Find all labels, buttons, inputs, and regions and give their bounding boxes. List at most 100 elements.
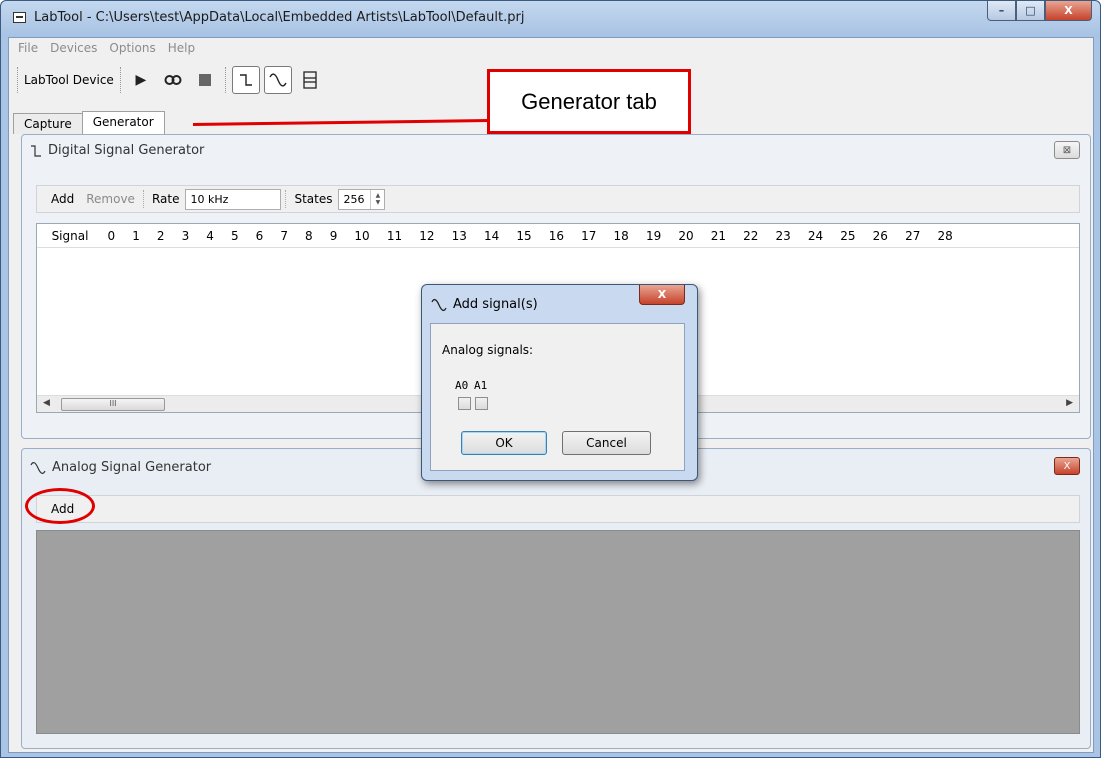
digital-wave-icon (239, 74, 252, 86)
stop-icon[interactable] (191, 66, 219, 94)
menu-options[interactable]: Options (103, 41, 161, 55)
channel-a0-checkbox[interactable] (458, 397, 471, 410)
column-header-state: 6 (255, 228, 264, 243)
column-header-state: 15 (516, 228, 532, 243)
column-header-state: 7 (280, 228, 288, 243)
dialog-body: Analog signals: A0 A1 OK Cancel (430, 323, 685, 471)
analog-wave-icon (269, 73, 287, 87)
analog-signals-label: Analog signals: (442, 343, 534, 357)
toolbar-separator (119, 67, 121, 93)
analog-pane-close-button[interactable]: X (1054, 457, 1080, 475)
column-header-state: 12 (419, 228, 435, 243)
rate-input[interactable]: 10 kHz (185, 188, 282, 210)
dialog-close-button[interactable]: X (639, 285, 685, 305)
dialog-title-text: Add signal(s) (453, 297, 538, 312)
column-header-state: 26 (872, 228, 888, 243)
column-header-state: 23 (775, 228, 791, 243)
tab-generator[interactable]: Generator (81, 111, 165, 134)
table-header: Signal 0 1 2 3 4 5 6 7 8 9 10 11 12 13 14 15 16 17 18 19 20 21… (37, 224, 1079, 248)
add-signals-dialog: Add signal(s) X Analog signals: A0 A1 OK… (421, 284, 698, 481)
scroll-left-icon[interactable]: ◀ (43, 398, 50, 408)
column-header-signal: Signal (51, 228, 89, 243)
control-separator (285, 190, 287, 208)
channel-a1-checkbox[interactable] (475, 397, 488, 410)
menu-devices[interactable]: Devices (44, 41, 103, 55)
column-header-state: 2 (156, 228, 165, 243)
window-title: LabTool - C:\Users\test\AppData\Local\Em… (34, 10, 525, 25)
column-header-state: 22 (743, 228, 759, 243)
channel-a0-label: A0 (455, 379, 469, 392)
column-header-state: 4 (206, 228, 214, 243)
analog-signal-area[interactable] (36, 530, 1080, 734)
column-header-state: 19 (645, 228, 662, 243)
minimize-button[interactable]: – (987, 1, 1016, 21)
title-bar[interactable]: LabTool - C:\Users\test\AppData\Local\Em… (1, 1, 1100, 37)
rate-value: 10 kHz (190, 192, 229, 206)
column-header-state: 1 (132, 228, 140, 243)
analog-wave-icon (431, 298, 447, 311)
menu-bar: File Devices Options Help (9, 38, 1093, 58)
column-header-state: 10 (354, 228, 370, 243)
continuous-capture-icon[interactable] (159, 66, 187, 94)
column-header-state: 8 (305, 228, 313, 243)
column-header-state: 14 (483, 228, 500, 243)
states-label: States (294, 192, 333, 206)
digital-generator-title-text: Digital Signal Generator (48, 143, 205, 158)
column-header-state: 0 (107, 228, 116, 243)
cancel-button[interactable]: Cancel (562, 431, 651, 455)
digital-wave-icon (31, 144, 41, 157)
column-header-state: 17 (581, 228, 597, 243)
menu-help[interactable]: Help (162, 41, 201, 55)
digital-controls-bar: Add Remove Rate 10 kHz States 256 ▲ ▼ (36, 185, 1080, 213)
channel-a1-label: A1 (474, 379, 488, 392)
column-header-state: 9 (329, 228, 338, 243)
column-header-state: 16 (548, 228, 565, 243)
states-value: 256 (343, 192, 365, 206)
analog-generator-title-text: Analog Signal Generator (52, 460, 212, 475)
menu-file[interactable]: File (12, 41, 44, 55)
dialog-title: Add signal(s) (431, 297, 538, 312)
column-header-state: 13 (451, 228, 467, 243)
tab-bar: Capture Generator (13, 110, 165, 134)
column-header-state: 5 (230, 228, 239, 243)
digital-generator-title: Digital Signal Generator (30, 143, 204, 158)
maximize-button[interactable]: □ (1016, 1, 1045, 21)
mixed-signal-icon[interactable] (296, 66, 324, 94)
device-label: LabTool Device (24, 73, 114, 87)
stop-square (198, 74, 211, 86)
toolbar-separator (224, 67, 226, 93)
scroll-right-icon[interactable]: ▶ (1066, 398, 1073, 408)
rate-label: Rate (151, 192, 180, 206)
digital-add-button[interactable]: Add (45, 192, 80, 206)
toolbar-grip (17, 67, 18, 93)
ok-button[interactable]: OK (461, 431, 547, 455)
control-separator (142, 190, 144, 208)
infinity-icon (164, 75, 182, 85)
add-button-highlight-circle (25, 488, 95, 524)
column-header-state: 20 (678, 228, 694, 243)
states-spinbox[interactable]: 256 ▲ ▼ (338, 188, 386, 210)
analog-generator-pane: Analog Signal Generator X Add (21, 448, 1091, 749)
column-header-state: 24 (807, 228, 824, 243)
analog-wave-icon (30, 461, 46, 474)
generator-tab-callout: Generator tab (487, 69, 691, 134)
column-header-state: 25 (840, 228, 856, 243)
mixed-view-icon (303, 71, 317, 89)
column-header-state: 21 (710, 228, 726, 243)
spin-arrows-icon[interactable]: ▲ ▼ (370, 189, 384, 209)
close-button[interactable]: X (1045, 1, 1092, 21)
column-header-state: 27 (905, 228, 921, 243)
tab-capture[interactable]: Capture (13, 113, 83, 134)
scroll-thumb[interactable]: III (61, 398, 165, 411)
column-header-state: 3 (181, 228, 190, 243)
analog-signal-icon[interactable] (263, 66, 292, 94)
digital-remove-button[interactable]: Remove (80, 192, 141, 206)
column-header-state: 18 (613, 228, 629, 243)
digital-pane-close-button[interactable]: ⊠ (1054, 141, 1080, 159)
digital-signal-icon[interactable] (231, 66, 260, 94)
app-icon (13, 12, 26, 23)
column-header-state: 28 (937, 228, 953, 243)
column-header-state: 11 (386, 228, 403, 243)
run-icon[interactable]: ▶ (127, 66, 155, 94)
analog-controls-bar: Add (36, 495, 1080, 523)
